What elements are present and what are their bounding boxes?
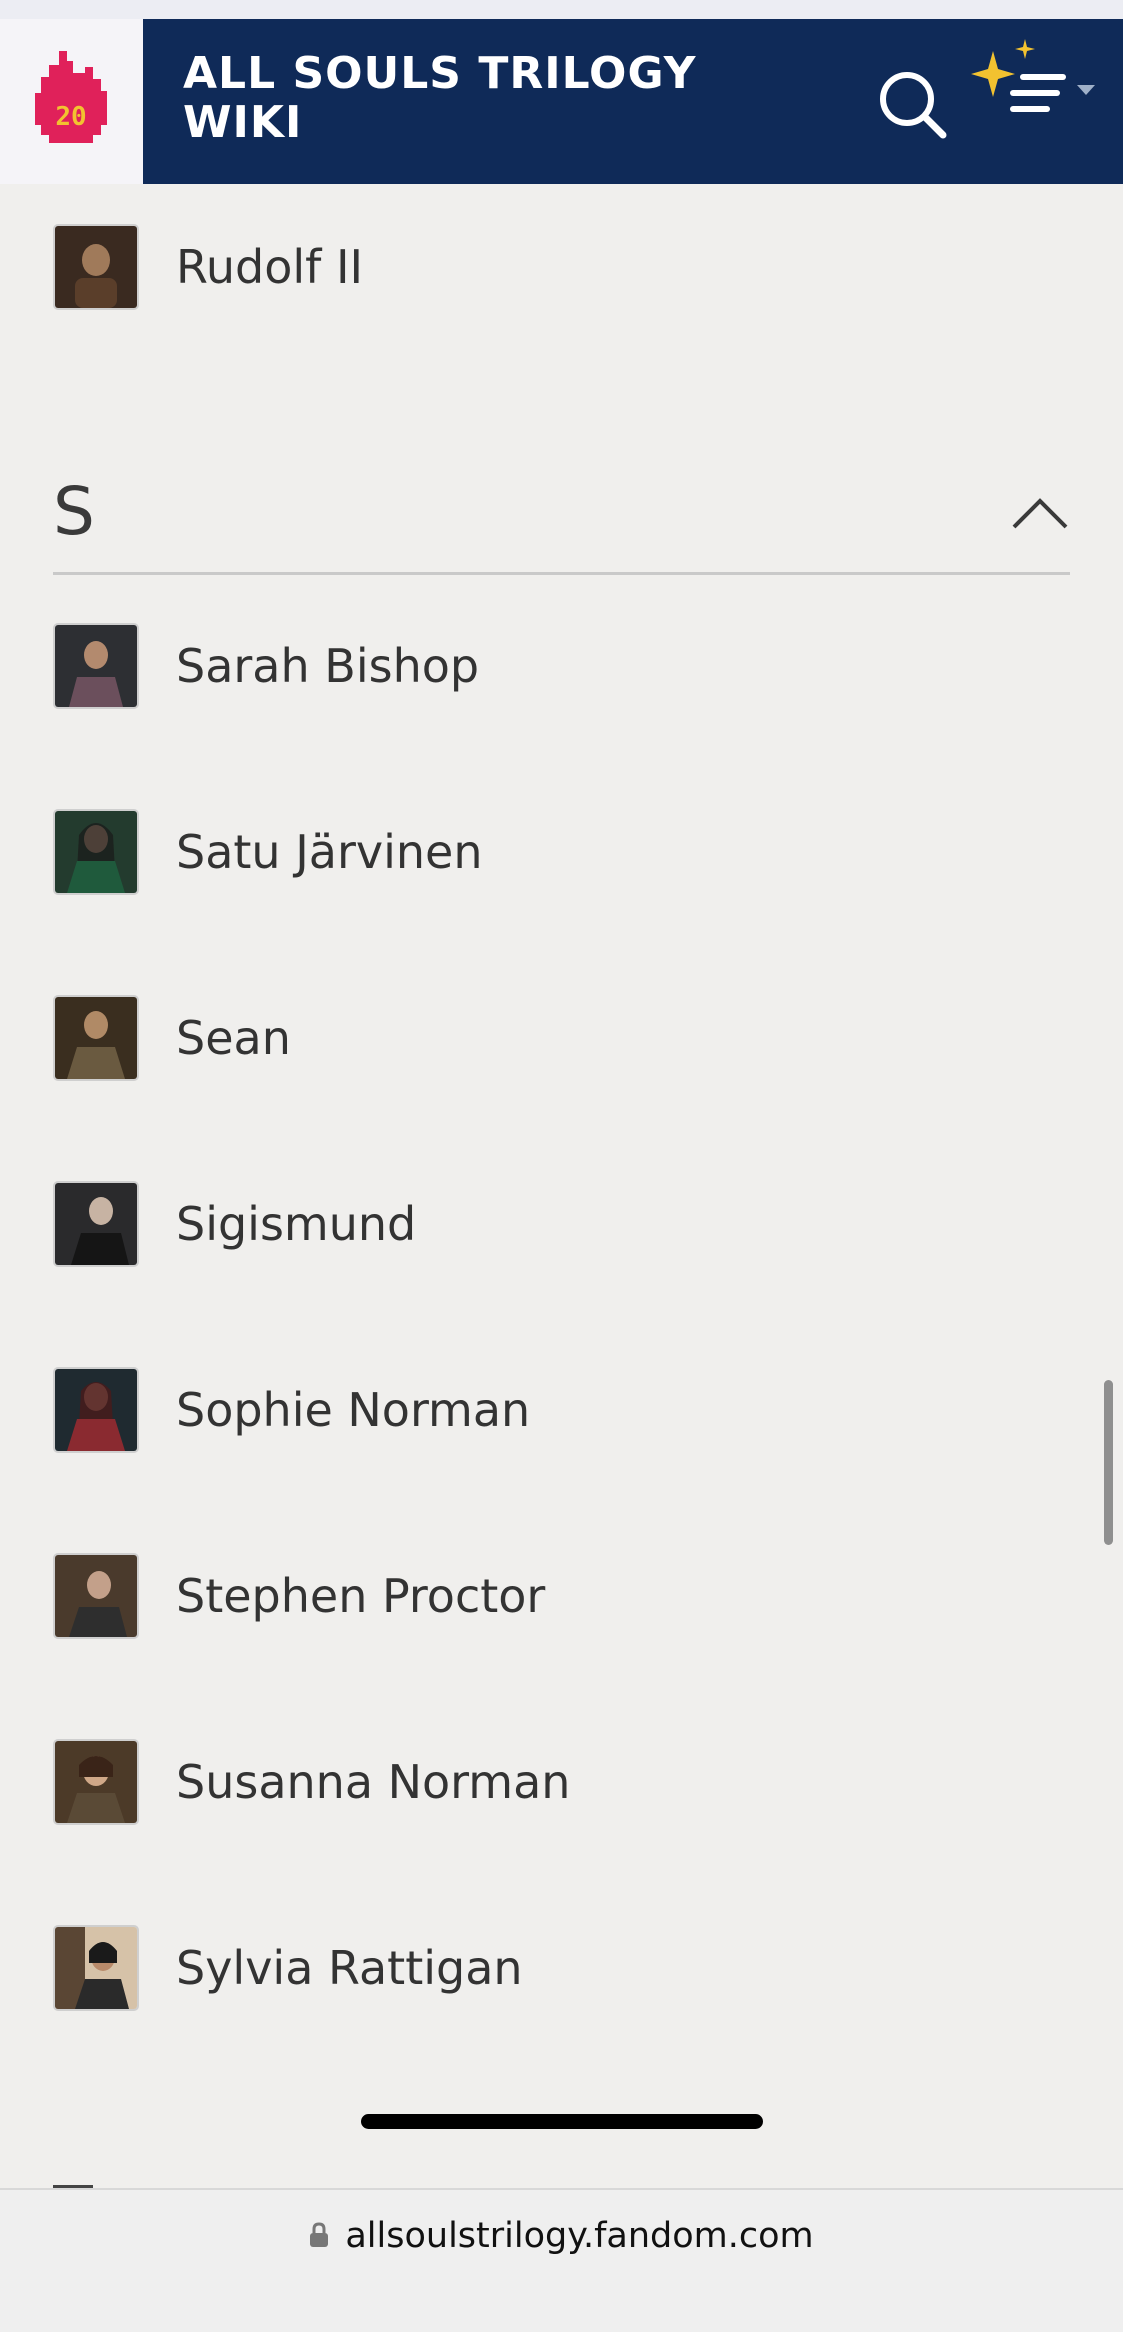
wiki-title[interactable]: ALL SOULS TRILOGY WIKI bbox=[183, 49, 743, 147]
home-indicator[interactable] bbox=[361, 2114, 763, 2129]
item-label: Sophie Norman bbox=[176, 1383, 531, 1437]
list-item[interactable]: Sean bbox=[53, 993, 1053, 1083]
fandom-logo[interactable]: 20 bbox=[0, 19, 143, 184]
list-item[interactable]: Rudolf II bbox=[53, 222, 1053, 312]
chevron-up-icon bbox=[1012, 498, 1068, 529]
character-thumbnail bbox=[53, 1553, 139, 1639]
item-label: Rudolf II bbox=[176, 240, 364, 294]
list-item[interactable]: Sophie Norman bbox=[53, 1365, 1053, 1455]
header-bar: ALL SOULS TRILOGY WIKI bbox=[143, 19, 1123, 184]
list-item[interactable]: Susanna Norman bbox=[53, 1737, 1053, 1827]
lock-icon bbox=[309, 2217, 329, 2257]
section-letter: S bbox=[53, 473, 95, 550]
search-button[interactable] bbox=[873, 65, 953, 145]
list-item[interactable]: Sylvia Rattigan bbox=[53, 1923, 1053, 2013]
character-thumbnail bbox=[53, 1367, 139, 1453]
character-thumbnail bbox=[53, 623, 139, 709]
explore-menu-button[interactable] bbox=[963, 39, 1113, 159]
list-item[interactable]: Sarah Bishop bbox=[53, 621, 1053, 711]
url-text: allsoulstrilogy.fandom.com bbox=[345, 2216, 814, 2256]
list-item[interactable]: Satu Järvinen bbox=[53, 807, 1053, 897]
character-thumbnail bbox=[53, 1739, 139, 1825]
character-thumbnail bbox=[53, 995, 139, 1081]
item-label: Sean bbox=[176, 1011, 291, 1065]
item-label: Sarah Bishop bbox=[176, 639, 480, 693]
item-label: Satu Järvinen bbox=[176, 825, 483, 879]
character-thumbnail bbox=[53, 1181, 139, 1267]
flame-icon: 20 bbox=[34, 50, 107, 143]
url-display[interactable]: allsoulstrilogy.fandom.com bbox=[0, 2216, 1123, 2257]
list-item[interactable]: Sigismund bbox=[53, 1179, 1053, 1269]
status-strip bbox=[0, 0, 1123, 19]
wiki-header: 20 ALL SOULS TRILOGY WIKI bbox=[0, 19, 1123, 184]
character-thumbnail bbox=[53, 224, 139, 310]
page-scrollbar[interactable] bbox=[1104, 1380, 1113, 1545]
section-header-s: S bbox=[53, 455, 1070, 575]
sparkle-menu-icon bbox=[971, 39, 1095, 112]
item-label: Susanna Norman bbox=[176, 1755, 571, 1809]
character-thumbnail bbox=[53, 1925, 139, 2011]
list-item[interactable]: Stephen Proctor bbox=[53, 1551, 1053, 1641]
item-label: Stephen Proctor bbox=[176, 1569, 546, 1623]
search-icon bbox=[880, 72, 947, 139]
browser-address-bar[interactable]: allsoulstrilogy.fandom.com bbox=[0, 2114, 1123, 2332]
item-label: Sylvia Rattigan bbox=[176, 1941, 523, 1995]
collapse-section-button[interactable] bbox=[1010, 485, 1070, 545]
item-label: Sigismund bbox=[176, 1197, 417, 1251]
character-thumbnail bbox=[53, 809, 139, 895]
logo-badge: 20 bbox=[55, 102, 86, 132]
